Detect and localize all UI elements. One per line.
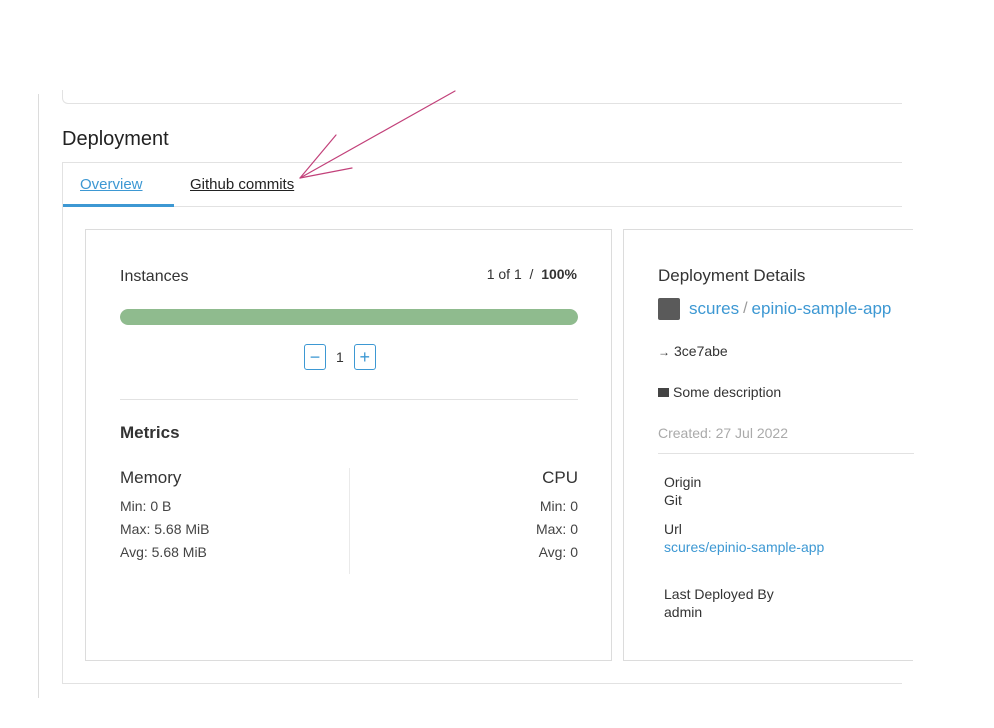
origin-field: Origin Git: [664, 473, 701, 509]
details-divider: [658, 453, 914, 454]
origin-label: Origin: [664, 474, 702, 490]
memory-avg: Avg: 5.68 MiB: [120, 544, 207, 560]
instances-percent: 100%: [541, 266, 577, 282]
created-date: Created: 27 Jul 2022: [658, 425, 788, 441]
last-deployed-field: Last Deployed By admin: [664, 585, 774, 621]
repo-owner-link[interactable]: scures: [689, 299, 739, 319]
instances-card: Instances 1 of 1 / 100% − 1 + Metrics Me…: [85, 229, 612, 661]
memory-heading: Memory: [120, 468, 182, 487]
commit-icon: →: [658, 345, 670, 359]
instances-label: Instances: [120, 268, 189, 285]
cpu-min: Min: 0: [539, 498, 578, 514]
url-link[interactable]: scures/epinio-sample-app: [664, 538, 824, 556]
previous-card-edge: [62, 90, 902, 104]
instances-progress-bar: [120, 309, 578, 325]
commit-hash: 3ce7abe: [674, 343, 728, 359]
instances-divider: [120, 399, 578, 400]
repo-avatar: [658, 298, 680, 320]
instances-separator: /: [529, 266, 534, 282]
commit-row: → 3ce7abe: [658, 343, 728, 359]
instances-count: 1 of 1 / 100%: [487, 266, 577, 282]
stepper-value: 1: [336, 349, 344, 365]
memory-max: Max: 5.68 MiB: [120, 521, 210, 537]
tab-github-commits[interactable]: Github commits: [190, 176, 294, 193]
active-tab-indicator: [63, 204, 174, 207]
last-deployed-value: admin: [664, 604, 703, 620]
repo-link-row: scures / epinio-sample-app: [658, 298, 891, 320]
tab-overview[interactable]: Overview: [80, 176, 143, 193]
metrics-title: Metrics: [120, 423, 180, 442]
origin-value: Git: [664, 492, 682, 508]
cpu-heading: CPU: [542, 468, 578, 487]
instances-progress-fill: [120, 309, 578, 325]
repo-name-link[interactable]: epinio-sample-app: [752, 299, 892, 319]
cpu-metrics: CPU Min: 0 Max: 0 Avg: 0: [349, 468, 578, 574]
tab-strip: Overview Github commits: [63, 163, 902, 207]
last-deployed-label: Last Deployed By: [664, 586, 774, 602]
description-text: Some description: [673, 384, 782, 400]
memory-min: Min: 0 B: [120, 498, 172, 514]
comment-icon: [658, 388, 669, 397]
section-title: Deployment: [62, 128, 169, 150]
memory-metrics: Memory Min: 0 B Max: 5.68 MiB Avg: 5.68 …: [120, 468, 349, 565]
decrement-button[interactable]: −: [304, 344, 326, 370]
url-label: Url: [664, 521, 682, 537]
instances-count-text: 1 of 1: [486, 266, 522, 282]
description-row: Some description: [658, 384, 781, 400]
cpu-max: Max: 0: [535, 521, 578, 537]
instances-stepper: − 1 +: [304, 344, 376, 370]
repo-separator: /: [743, 300, 748, 317]
increment-button[interactable]: +: [353, 344, 376, 370]
deployment-details-title: Deployment Details: [658, 266, 806, 285]
deployment-details-card: Deployment Details scures / epinio-sampl…: [623, 229, 914, 661]
url-field: Url scures/epinio-sample-app: [664, 520, 824, 556]
cpu-avg: Avg: 0: [538, 544, 578, 560]
left-border-rule: [38, 94, 39, 698]
